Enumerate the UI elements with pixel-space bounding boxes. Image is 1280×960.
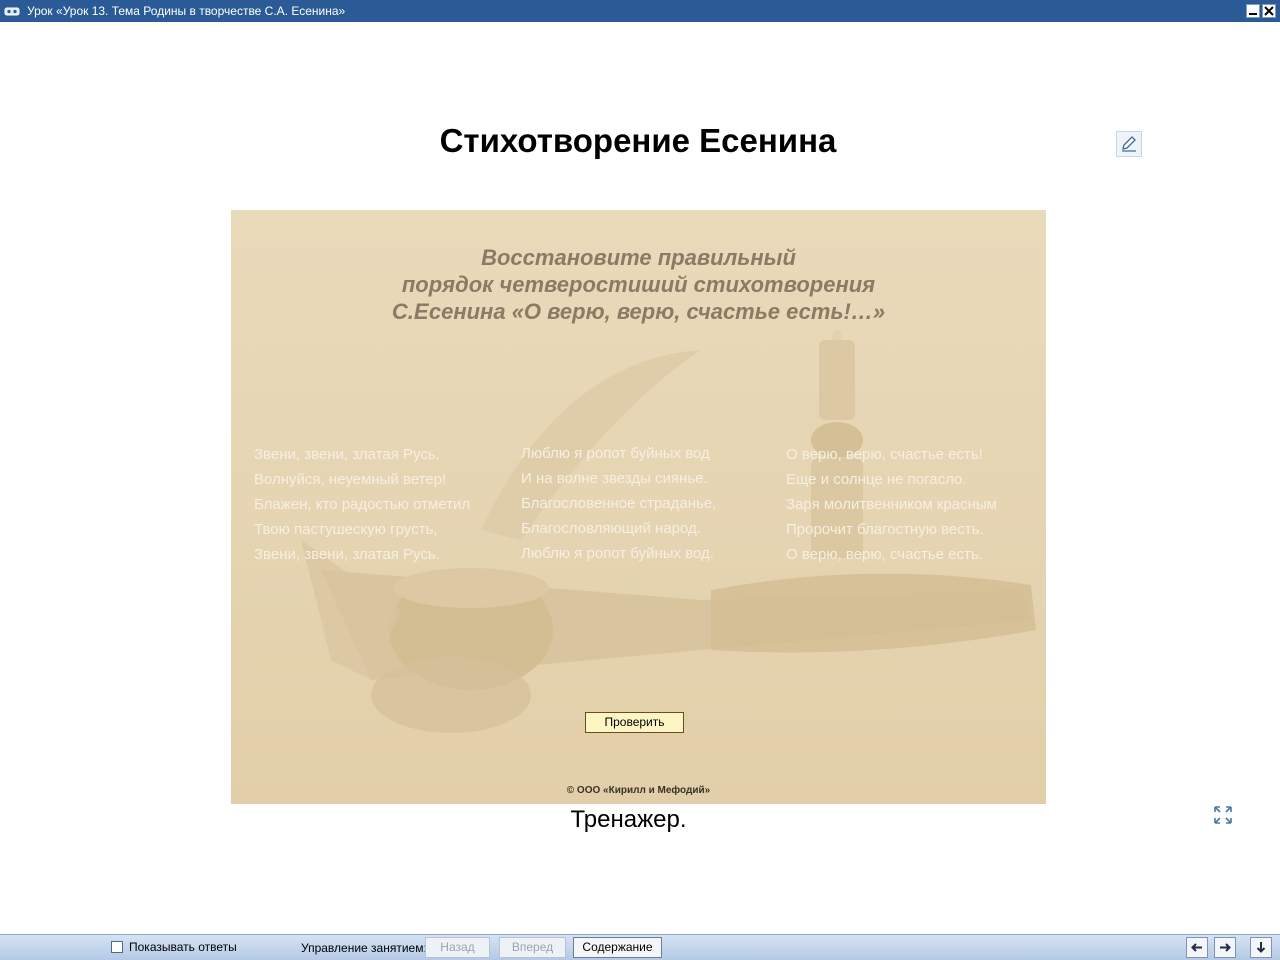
title-bar: Урок «Урок 13. Тема Родины в творчестве … — [0, 0, 1280, 22]
lesson-control-label: Управление занятием: — [301, 941, 427, 955]
minimize-icon — [1249, 13, 1257, 15]
stanza-line: О верю, верю, счастье есть! — [786, 446, 983, 463]
stanza-line: Благословенное страданье, — [521, 495, 717, 512]
app-window: Урок «Урок 13. Тема Родины в творчестве … — [0, 0, 1280, 960]
arrow-left-icon — [1191, 943, 1202, 952]
expand-icon — [1214, 806, 1232, 824]
check-button[interactable]: Проверить — [585, 712, 684, 733]
back-button[interactable]: Назад — [425, 937, 490, 958]
fullscreen-button[interactable] — [1213, 805, 1233, 825]
scroll-down-button[interactable] — [1250, 937, 1272, 958]
stanza-line: Звени, звени, златая Русь. — [254, 546, 440, 563]
arrow-down-icon — [1256, 942, 1266, 953]
instruction-line: порядок четверостиший стихотворения — [401, 272, 876, 297]
media-caption: Тренажер. — [570, 806, 687, 833]
stanza-line: Люблю я ропот буйных вод — [521, 445, 710, 462]
stanza-line: И на волне звезды сиянье. — [521, 470, 708, 487]
close-icon — [1264, 6, 1274, 16]
show-answers-label[interactable]: Показывать ответы — [129, 940, 237, 954]
pencil-icon — [1122, 136, 1136, 152]
stanza-line: Заря молитвенником красным — [786, 496, 997, 513]
window-title: Урок «Урок 13. Тема Родины в творчестве … — [27, 4, 346, 18]
forward-button[interactable]: Вперед — [499, 937, 566, 958]
task-instruction: Восстановите правильный порядок четверос… — [231, 244, 1046, 325]
contents-button[interactable]: Содержание — [573, 937, 662, 958]
show-answers-checkbox[interactable] — [111, 941, 123, 953]
stanza-line: О верю, верю, счастье есть. — [786, 546, 983, 563]
instruction-line: Восстановите правильный — [481, 245, 796, 270]
stanza-line: Волнуйся, неуемный ветер! — [254, 471, 447, 488]
page-title: Стихотворение Есенина — [439, 122, 837, 159]
close-button[interactable] — [1262, 4, 1276, 18]
copyright-notice: © ООО «Кирилл и Мефодий» — [566, 785, 711, 796]
trainer-panel: Восстановите правильный порядок четверос… — [231, 210, 1046, 804]
stanza-line: Люблю я ропот буйных вод. — [521, 545, 714, 562]
stanza-block-2[interactable]: Люблю я ропот буйных вод И на волне звез… — [521, 441, 716, 566]
arrow-right-icon — [1220, 943, 1231, 952]
stanza-line: Твою пастушескую грусть, — [254, 521, 438, 538]
edit-note-button[interactable] — [1116, 131, 1142, 157]
bottom-toolbar: Показывать ответы Управление занятием: Н… — [0, 934, 1280, 960]
prev-page-button[interactable] — [1186, 937, 1208, 958]
stanza-line: Благословляющий народ. — [521, 520, 701, 537]
stanza-line: Еще и солнце не погасло. — [786, 471, 967, 488]
stanza-block-1[interactable]: Звени, звени, златая Русь, Волнуйся, неу… — [254, 442, 470, 567]
instruction-line: С.Есенина «О верю, верю, счастье есть!…» — [391, 299, 886, 324]
stanza-line: Звени, звени, златая Русь, — [254, 446, 440, 463]
stanza-line: Блажен, кто радостью отметил — [254, 496, 471, 513]
minimize-button[interactable] — [1246, 4, 1260, 18]
stanza-line: Пророчит благостную весть. — [786, 521, 984, 538]
app-logo-icon — [4, 4, 20, 18]
stanza-block-3[interactable]: О верю, верю, счастье есть! Еще и солнце… — [786, 442, 997, 567]
next-page-button[interactable] — [1214, 937, 1236, 958]
